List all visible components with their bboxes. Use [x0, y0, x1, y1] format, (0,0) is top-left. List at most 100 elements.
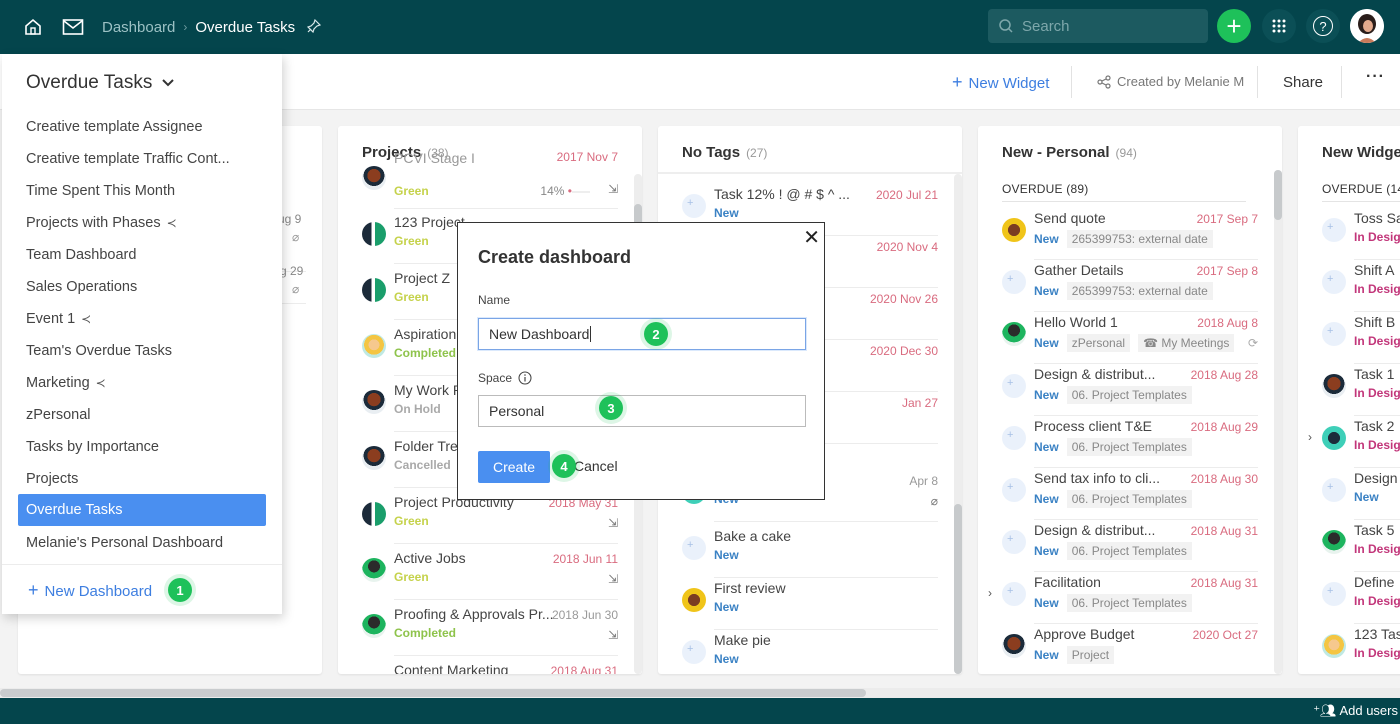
task-row[interactable]: › Facilitation New06. Project Templates …	[988, 572, 1258, 624]
task-row[interactable]: › Task 2 In Desig	[1308, 416, 1400, 468]
tag[interactable]: zPersonal	[1066, 334, 1131, 352]
unassigned-avatar-icon	[1322, 582, 1346, 606]
task-row[interactable]: Shift AIn Desig	[1322, 260, 1400, 312]
task-row[interactable]: Task 5 In Desig	[1322, 520, 1400, 572]
tag[interactable]: 06. Project Templates	[1066, 490, 1192, 508]
project-row[interactable]: Proofing & Approvals Pr... Completed 201…	[362, 604, 618, 656]
dashboard-item[interactable]: Projects	[18, 463, 266, 495]
tag[interactable]: 06. Project Templates	[1066, 438, 1192, 456]
unassigned-avatar-icon	[1002, 530, 1026, 554]
divider	[1341, 66, 1342, 98]
task-row[interactable]: Shift BIn Desig	[1322, 312, 1400, 364]
tag[interactable]: Project	[1066, 646, 1115, 664]
home-icon[interactable]	[20, 14, 46, 40]
dashboard-item[interactable]: Tasks by Importance	[18, 431, 266, 463]
task-row[interactable]: Gather Details New265399753: external da…	[1002, 260, 1258, 312]
project-row[interactable]: Content Marketing 2018 Aug 31	[362, 660, 618, 674]
attachment-icon: ⌀	[930, 494, 938, 508]
horizontal-scrollbar[interactable]	[0, 688, 1400, 698]
create-dashboard-dialog: ✕ Create dashboard Name New Dashboard Sp…	[457, 222, 825, 500]
search-icon	[999, 19, 1013, 33]
open-external-icon[interactable]: ⇲	[608, 572, 618, 586]
expand-chevron-icon[interactable]: ›	[1308, 430, 1312, 444]
unassigned-avatar-icon	[1002, 270, 1026, 294]
divider	[2, 564, 282, 565]
top-navigation-bar: Dashboard › Overdue Tasks Search + ?	[0, 0, 1400, 54]
search-input[interactable]: Search	[988, 9, 1208, 43]
task-row[interactable]: Design & distribut... New06. Project Tem…	[1002, 520, 1258, 572]
pin-icon[interactable]	[307, 18, 322, 36]
task-row[interactable]: Process client T&E New06. Project Templa…	[1002, 416, 1258, 468]
tag[interactable]: 06. Project Templates	[1066, 386, 1192, 404]
unassigned-avatar-icon	[1322, 218, 1346, 242]
close-icon[interactable]: ✕	[803, 225, 820, 250]
task-row[interactable]: Send tax info to cli... New06. Project T…	[1002, 468, 1258, 520]
dashboard-item[interactable]: Melanie's Personal Dashboard	[18, 527, 266, 559]
open-external-icon[interactable]: ⇲	[608, 182, 618, 196]
info-icon[interactable]	[518, 371, 532, 385]
task-row[interactable]: Toss SaIn Desig	[1322, 208, 1400, 260]
task-row[interactable]: Send quote New 265399753: external date 2…	[1002, 208, 1258, 260]
new-dashboard-button[interactable]: + New Dashboard	[28, 580, 152, 601]
tag[interactable]: 06. Project Templates	[1066, 594, 1192, 612]
task-row[interactable]: DefineIn Desig	[1322, 572, 1400, 624]
task-row[interactable]: Bake a cake New	[682, 526, 938, 578]
apps-grid-button[interactable]	[1262, 9, 1296, 43]
vertical-scrollbar[interactable]	[954, 174, 962, 674]
unassigned-avatar-icon	[1002, 374, 1026, 398]
dashboard-item[interactable]: zPersonal	[18, 399, 266, 431]
tag[interactable]: 265399753: external date	[1066, 230, 1213, 248]
task-row[interactable]: Approve Budget New Project 2020 Oct 27	[1002, 624, 1258, 674]
breadcrumb-dashboard[interactable]: Dashboard	[102, 19, 175, 36]
task-row[interactable]: Hello World 1 New zPersonal ☎ My Meetings …	[1002, 312, 1258, 364]
add-users-button[interactable]: ⁺👥︎ Add users	[1313, 703, 1398, 719]
step-badge: 2	[644, 322, 668, 346]
task-row[interactable]: Design & distribut... New06. Project Tem…	[1002, 364, 1258, 416]
dashboard-item[interactable]: Event 1 ≺	[18, 303, 266, 335]
widget-new-widget: New Widget OVERDUE (148 Toss SaIn Desig …	[1298, 126, 1400, 674]
dashboard-item[interactable]: Team's Overdue Tasks	[18, 335, 266, 367]
dashboard-item[interactable]: Creative template Traffic Cont...	[18, 143, 266, 175]
user-avatar[interactable]	[1350, 9, 1384, 43]
tag[interactable]: 06. Project Templates	[1066, 542, 1192, 560]
create-button[interactable]: Create	[478, 451, 550, 483]
dashboard-switcher-toggle[interactable]: Overdue Tasks	[26, 72, 175, 94]
task-row[interactable]: First review New	[682, 578, 938, 630]
expand-chevron-icon[interactable]: ›	[988, 586, 992, 600]
create-new-button[interactable]: +	[1217, 9, 1251, 43]
widget-new-personal: New - Personal (94) OVERDUE (89) Send quo…	[978, 126, 1282, 674]
shared-icon: ≺	[166, 216, 177, 230]
dashboard-item[interactable]: Marketing ≺	[18, 367, 266, 399]
tag[interactable]: ☎ My Meetings	[1138, 334, 1235, 352]
dashboard-item[interactable]: Projects with Phases ≺	[18, 207, 266, 239]
dashboard-item[interactable]: Creative template Assignee	[18, 111, 266, 143]
project-row[interactable]: PCVI Stage I Green 2017 Nov 7 14% • ⇲	[362, 150, 618, 209]
more-options-button[interactable]: ···	[1366, 68, 1385, 86]
dashboard-item[interactable]: Sales Operations	[18, 271, 266, 303]
dashboard-item-active[interactable]: Overdue Tasks	[18, 494, 266, 526]
help-button[interactable]: ?	[1306, 9, 1340, 43]
vertical-scrollbar[interactable]	[1274, 170, 1282, 674]
space-select[interactable]: Personal	[478, 395, 806, 427]
task-row[interactable]: DesignNew	[1322, 468, 1400, 520]
open-external-icon[interactable]: ⇲	[608, 628, 618, 642]
unassigned-avatar-icon	[682, 536, 706, 560]
task-row[interactable]: Task 1 In Desig	[1322, 364, 1400, 416]
share-button[interactable]: Share	[1283, 74, 1323, 91]
mail-icon[interactable]	[60, 14, 86, 40]
task-row[interactable]: 123 Tas In Desig	[1322, 624, 1400, 674]
project-row[interactable]: Active Jobs Green 2018 Jun 11 ⇲	[362, 548, 618, 600]
cancel-button[interactable]: Cancel	[574, 458, 618, 474]
open-external-icon[interactable]: ⇲	[608, 516, 618, 530]
dashboard-item[interactable]: Team Dashboard	[18, 239, 266, 271]
attachment-icon: ⌀	[292, 282, 300, 296]
avatar	[1002, 634, 1026, 658]
help-icon: ?	[1313, 16, 1333, 36]
task-row[interactable]: Make pie New	[682, 630, 938, 674]
scrollbar-thumb[interactable]	[0, 689, 866, 697]
tag[interactable]: 265399753: external date	[1066, 282, 1213, 300]
task-date: g 29	[280, 264, 304, 278]
new-widget-button[interactable]: + New Widget	[952, 72, 1049, 93]
dashboard-item[interactable]: Time Spent This Month	[18, 175, 266, 207]
dashboard-name-input[interactable]: New Dashboard	[478, 318, 806, 350]
